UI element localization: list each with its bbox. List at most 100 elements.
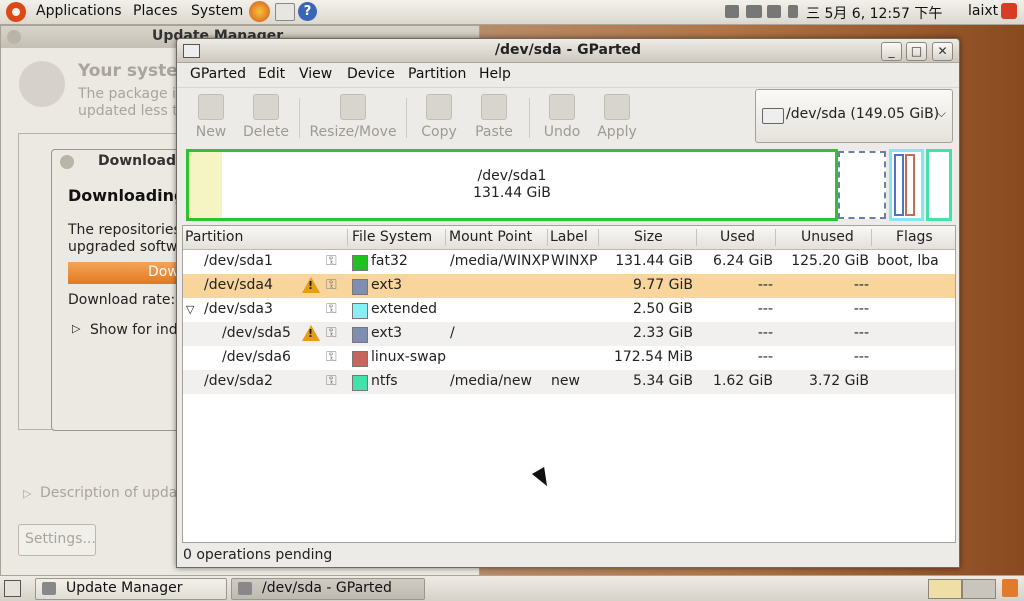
menu-view[interactable]: View [299,66,332,82]
task-update-manager-label: Update Manager [66,580,183,596]
col-size[interactable]: Size [634,229,663,245]
delete-button[interactable]: Delete [242,92,290,140]
expander-triangle-icon[interactable]: ▽ [186,303,194,316]
printer-icon[interactable] [767,5,781,18]
description-arrow-icon[interactable]: ▷ [23,487,31,500]
cell-unused: --- [853,301,869,317]
apply-button[interactable]: Apply [595,92,639,140]
menu-help[interactable]: Help [479,66,511,82]
table-row[interactable]: /dev/sda1 ⚿ fat32 /media/WINXP WINXP 131… [183,250,955,274]
user-name[interactable]: laixt [968,3,998,19]
places-menu[interactable]: Places [133,3,178,19]
col-mountpoint[interactable]: Mount Point [449,229,532,245]
cell-size: 9.77 GiB [633,277,693,293]
table-row[interactable]: /dev/sda2 ⚿ ntfs /media/new new 5.34 GiB… [183,370,955,394]
warning-icon: ! [302,325,320,341]
maximize-button[interactable]: □ [906,42,927,61]
new-partition-icon [198,94,224,120]
show-desktop-icon[interactable] [4,580,21,597]
menu-edit[interactable]: Edit [258,66,285,82]
clock[interactable]: 三 5月 6, 12:57 下午 [806,3,942,23]
device-selector[interactable]: /dev/sda (149.05 GiB) ⌵ [755,89,953,143]
paste-button-label: Paste [475,124,513,140]
col-filesystem[interactable]: File System [352,229,432,245]
description-expander[interactable]: Description of update [40,485,191,501]
apply-button-label: Apply [597,124,637,140]
map-partition-sda2[interactable] [926,149,952,221]
fs-color-swatch [352,255,368,271]
cell-label: new [551,373,580,389]
menu-gparted[interactable]: GParted [190,66,246,82]
map-partition-sda5[interactable] [894,154,904,216]
download-dialog: Downloadi Downloading The repositories u… [51,149,193,431]
table-row-selected[interactable]: /dev/sda4 ! ⚿ ext3 9.77 GiB --- --- [183,274,955,298]
firefox-icon[interactable] [249,1,270,22]
table-header: Partition File System Mount Point Label … [183,226,955,250]
key-icon: ⚿ [326,301,337,317]
power-icon[interactable] [1001,3,1017,19]
minimize-button[interactable]: _ [881,42,902,61]
new-button[interactable]: New [191,92,231,140]
harddisk-icon [762,108,784,124]
ubuntu-logo-icon[interactable] [6,2,26,22]
settings-button[interactable]: Settings... [18,524,96,556]
workspace-2[interactable] [962,579,996,599]
fs-color-swatch [352,279,368,295]
printer-icon[interactable] [725,5,739,18]
menu-device[interactable]: Device [347,66,395,82]
fs-color-swatch [352,303,368,319]
column-separator [547,229,548,246]
expander-arrow-icon[interactable]: ▷ [72,322,80,335]
gparted-titlebar[interactable]: /dev/sda - GParted _ □ ✕ [177,39,959,63]
paste-button[interactable]: Paste [472,92,516,140]
close-icon: ✕ [937,44,948,58]
workspace-1[interactable] [928,579,962,599]
device-selector-label: /dev/sda (149.05 GiB) [786,106,940,122]
cell-size: 5.34 GiB [633,373,693,389]
undo-button-label: Undo [543,124,581,140]
key-icon: ⚿ [326,253,337,269]
trash-icon[interactable] [1002,579,1018,597]
download-dialog-title: Downloadi [98,153,181,169]
table-row[interactable]: /dev/sda5 ! ⚿ ext3 / 2.33 GiB --- --- [183,322,955,346]
network-icon[interactable] [746,5,762,18]
gparted-window: /dev/sda - GParted _ □ ✕ GParted Edit Vi… [176,38,960,568]
volume-icon[interactable] [788,5,798,18]
col-label[interactable]: Label [550,229,588,245]
map-partition-sda1[interactable]: /dev/sda1 131.44 GiB [186,149,838,221]
task-gparted[interactable]: /dev/sda - GParted [231,578,425,600]
map-sda1-label: /dev/sda1 131.44 GiB [189,168,835,202]
download-rate: Download rate: u [68,292,189,308]
cell-used: --- [757,301,773,317]
update-subtext-1: The package in [78,86,185,102]
update-logo-icon [19,61,65,107]
cell-flags: boot, lba [877,253,939,269]
col-partition[interactable]: Partition [185,229,243,245]
map-partition-sda4[interactable] [838,151,886,219]
applications-menu[interactable]: Applications [36,3,122,19]
help-icon[interactable]: ? [298,2,317,21]
cell-filesystem: ext3 [371,325,403,341]
map-partition-sda3[interactable] [889,149,924,221]
show-individual-files[interactable]: Show for indi [90,322,181,338]
close-button[interactable]: ✕ [932,42,953,61]
column-separator [775,229,776,246]
map-partition-sda6[interactable] [905,154,915,216]
table-row[interactable]: ▽ /dev/sda3 ⚿ extended 2.50 GiB --- --- [183,298,955,322]
chevron-down-icon: ⌵ [936,106,946,120]
copy-button[interactable]: Copy [419,92,459,140]
undo-button[interactable]: Undo [541,92,583,140]
menu-partition[interactable]: Partition [408,66,466,82]
table-row[interactable]: /dev/sda6 ⚿ linux-swap 172.54 MiB --- --… [183,346,955,370]
resize-move-button[interactable]: Resize/Move [309,92,397,140]
system-menu[interactable]: System [191,3,243,19]
task-update-manager[interactable]: Update Manager [35,578,227,600]
key-icon: ⚿ [326,277,337,293]
col-flags[interactable]: Flags [896,229,933,245]
col-used[interactable]: Used [720,229,755,245]
mail-icon[interactable] [275,3,295,21]
copy-button-label: Copy [421,124,457,140]
warning-icon: ! [302,277,320,293]
download-dialog-icon [60,155,74,169]
col-unused[interactable]: Unused [801,229,854,245]
